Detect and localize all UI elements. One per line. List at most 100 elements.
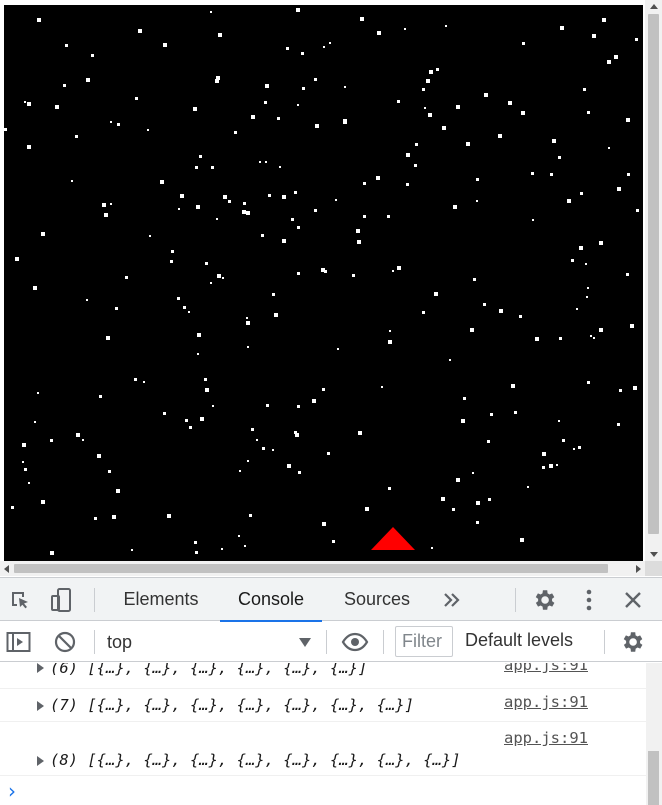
star	[452, 508, 455, 511]
star	[542, 466, 545, 469]
device-toolbar-icon[interactable]	[48, 586, 76, 614]
tab-elements[interactable]: Elements	[118, 578, 204, 621]
expand-triangle-icon[interactable]	[37, 756, 44, 766]
star	[549, 464, 553, 468]
star	[94, 517, 97, 520]
star	[323, 46, 325, 48]
star	[223, 195, 227, 199]
star	[488, 498, 491, 501]
star	[472, 472, 474, 474]
log-source-link[interactable]: app.js:91	[504, 693, 588, 711]
star	[579, 246, 583, 250]
star	[27, 145, 31, 149]
console-filter-input[interactable]	[395, 626, 453, 657]
console-scroll-thumb[interactable]	[648, 751, 659, 805]
star	[116, 489, 120, 493]
show-sidebar-icon[interactable]	[6, 630, 32, 654]
console-prompt[interactable]: ›	[0, 776, 646, 805]
log-source-link[interactable]: app.js:91	[504, 729, 588, 747]
live-expression-eye-icon[interactable]	[340, 630, 370, 654]
star	[476, 501, 480, 505]
expand-triangle-icon[interactable]	[37, 663, 44, 673]
kebab-menu-icon[interactable]	[578, 586, 600, 614]
star	[580, 192, 583, 195]
tab-console[interactable]: Console	[220, 578, 322, 622]
star	[358, 431, 362, 435]
star	[377, 31, 381, 35]
star	[314, 78, 317, 81]
star	[476, 521, 479, 524]
star	[324, 270, 327, 273]
inspect-element-icon[interactable]	[8, 588, 32, 612]
star	[301, 52, 304, 55]
star	[242, 210, 246, 214]
log-levels-dropdown[interactable]: Default levels	[465, 630, 599, 654]
star	[200, 417, 204, 421]
scroll-up-arrow-icon[interactable]	[650, 4, 658, 9]
star	[558, 420, 560, 422]
game-canvas[interactable]	[4, 5, 643, 561]
double-chevron-icon[interactable]	[440, 588, 464, 612]
star	[217, 274, 221, 278]
star	[456, 105, 460, 109]
console-row[interactable]: (8) [{…}, {…}, {…}, {…}, {…}, {…}, {…}, …	[0, 722, 646, 776]
star	[243, 202, 246, 205]
console-row[interactable]: (7) [{…}, {…}, {…}, {…}, {…}, {…}, {…}] …	[0, 689, 646, 722]
star	[189, 426, 192, 429]
star	[626, 118, 630, 122]
star	[630, 324, 634, 328]
vertical-scroll-thumb[interactable]	[648, 14, 659, 534]
page-horizontal-scrollbar[interactable]	[0, 561, 645, 576]
star	[587, 381, 590, 384]
star	[635, 38, 638, 41]
star	[329, 42, 331, 44]
star	[449, 359, 451, 361]
star	[315, 124, 319, 128]
settings-gear-icon[interactable]	[530, 586, 558, 614]
scroll-left-arrow-icon[interactable]	[4, 565, 9, 573]
star	[256, 439, 258, 441]
log-source-link[interactable]: app.js:91	[504, 663, 588, 674]
horizontal-scroll-thumb[interactable]	[14, 564, 608, 573]
console-settings-gear-icon[interactable]	[618, 628, 646, 656]
prompt-chevron-icon: ›	[8, 779, 16, 803]
star	[633, 386, 637, 390]
star	[246, 317, 248, 319]
star	[388, 487, 391, 490]
scroll-down-arrow-icon[interactable]	[650, 552, 658, 557]
console-scrollbar[interactable]	[646, 663, 662, 805]
close-devtools-icon[interactable]	[620, 587, 646, 613]
star	[286, 47, 289, 50]
star	[199, 155, 202, 158]
star	[404, 28, 406, 30]
tab-sources[interactable]: Sources	[338, 578, 416, 621]
console-messages: (6) [{…}, {…}, {…}, {…}, {…}, {…}] app.j…	[0, 663, 646, 805]
toolbar-divider	[383, 630, 384, 654]
star	[343, 119, 347, 123]
clear-console-icon[interactable]	[52, 629, 78, 655]
star	[456, 478, 460, 482]
star	[212, 405, 214, 407]
context-selector[interactable]: top	[107, 630, 317, 654]
star	[360, 17, 364, 21]
star	[357, 240, 361, 244]
star	[163, 43, 167, 47]
star	[294, 191, 297, 194]
star	[27, 102, 31, 106]
star	[97, 454, 101, 458]
star	[24, 468, 27, 471]
star	[567, 199, 571, 203]
star	[205, 388, 209, 392]
expand-triangle-icon[interactable]	[37, 701, 44, 711]
console-row[interactable]: (6) [{…}, {…}, {…}, {…}, {…}, {…}] app.j…	[0, 663, 646, 689]
star	[296, 8, 300, 12]
scroll-right-arrow-icon[interactable]	[636, 565, 641, 573]
star	[50, 551, 54, 555]
star	[185, 419, 188, 422]
star	[11, 506, 14, 509]
star	[287, 464, 291, 468]
page-vertical-scrollbar[interactable]	[645, 0, 662, 561]
star	[216, 76, 220, 80]
star	[636, 209, 639, 212]
log-message: (7) [{…}, {…}, {…}, {…}, {…}, {…}, {…}]	[50, 696, 414, 714]
